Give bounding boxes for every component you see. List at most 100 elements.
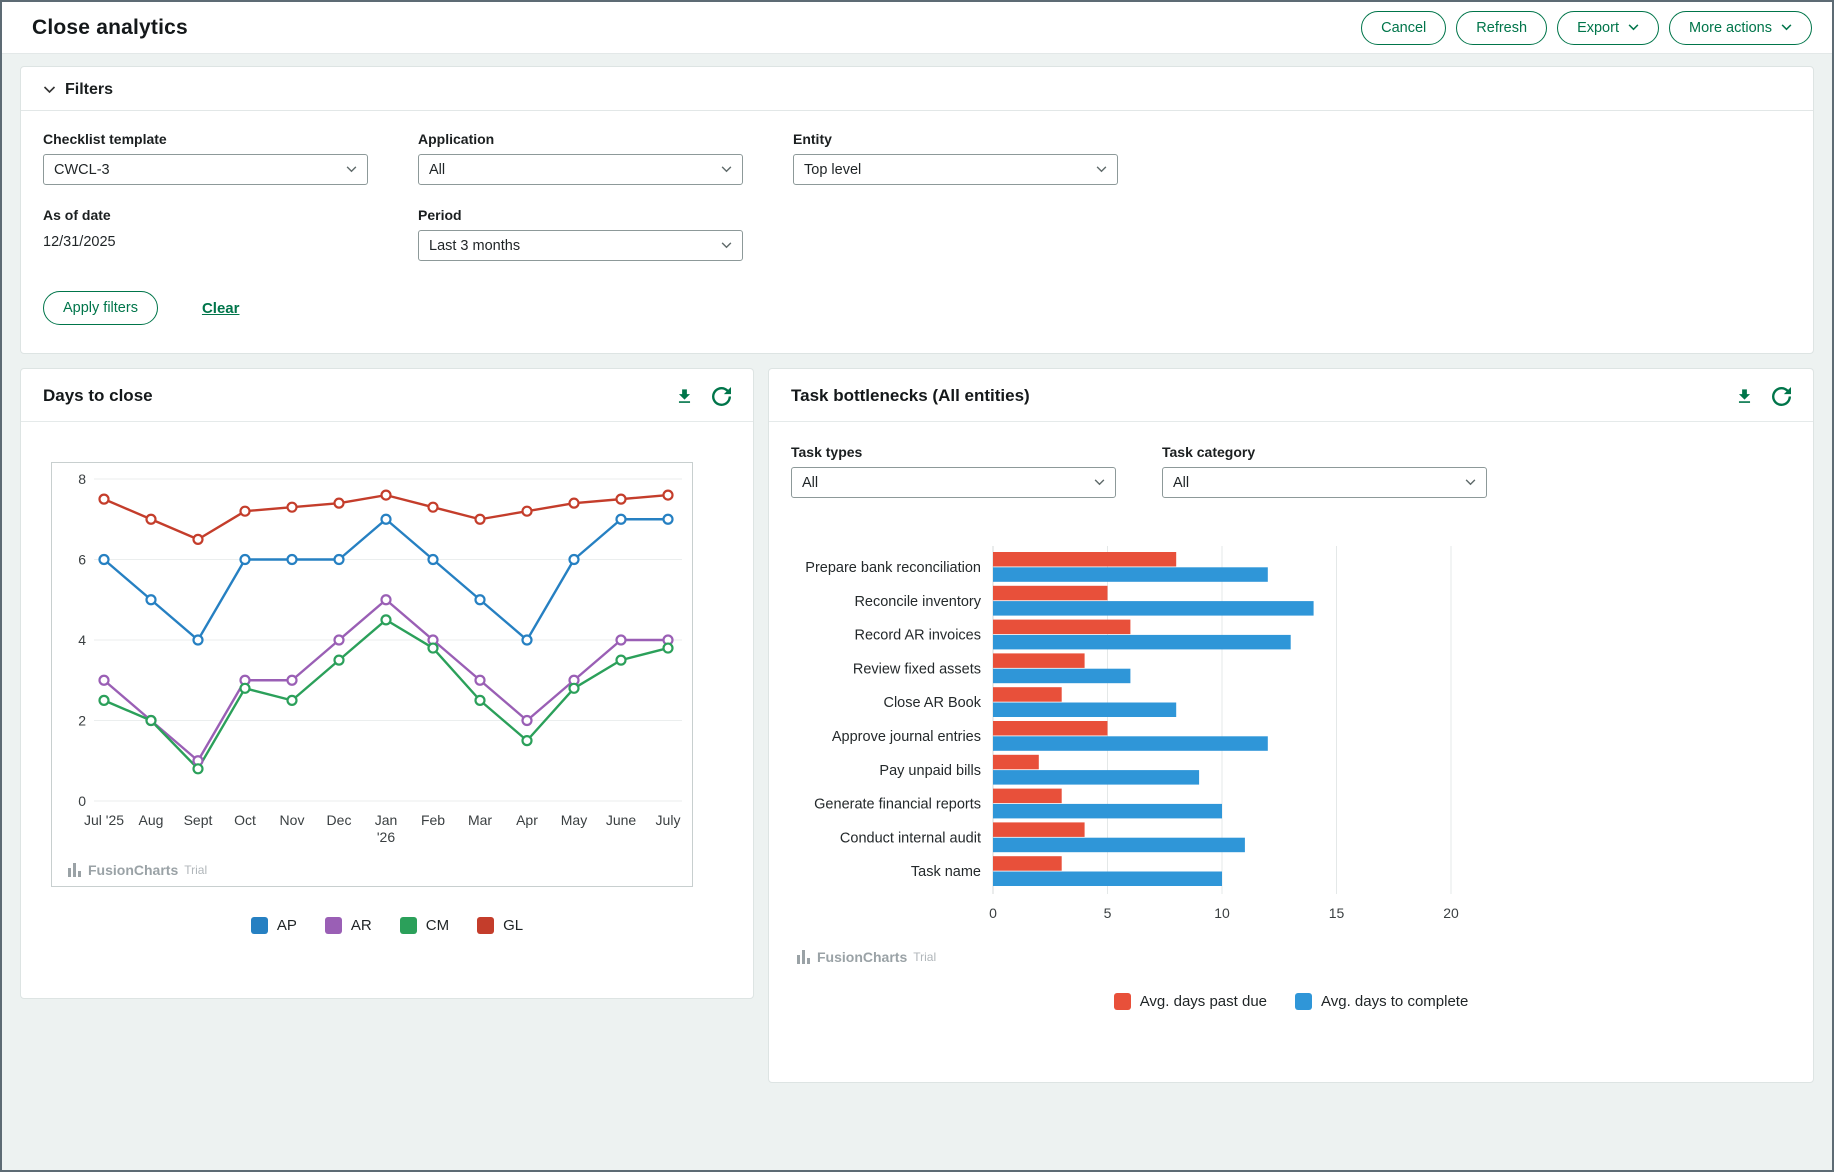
refresh-button[interactable]: Refresh (1456, 11, 1547, 45)
svg-text:May: May (561, 812, 587, 828)
filters-panel: Filters Checklist template CWCL-3 Applic… (20, 66, 1814, 354)
legend-item[interactable]: GL (477, 917, 523, 934)
application-select[interactable]: All (418, 154, 743, 185)
svg-text:Prepare bank reconciliation: Prepare bank reconciliation (805, 560, 981, 576)
cancel-button-label: Cancel (1381, 20, 1426, 36)
download-icon (1735, 387, 1754, 406)
legend-item[interactable]: AR (325, 917, 372, 934)
legend-item[interactable]: Avg. days past due (1114, 993, 1267, 1010)
svg-text:July: July (656, 812, 681, 828)
svg-text:Conduct internal audit: Conduct internal audit (840, 830, 981, 846)
legend-label: AR (351, 917, 372, 934)
fusioncharts-watermark: FusionCharts Trial (797, 949, 1813, 965)
svg-text:Pay unpaid bills: Pay unpaid bills (879, 763, 981, 779)
download-chart-button[interactable] (1735, 387, 1754, 406)
watermark-text: FusionCharts (88, 862, 178, 878)
refresh-chart-button[interactable] (712, 387, 731, 406)
chevron-down-icon (346, 166, 357, 173)
legend-label: CM (426, 917, 449, 934)
svg-text:Generate financial reports: Generate financial reports (814, 797, 981, 813)
task-bottlenecks-header: Task bottlenecks (All entities) (769, 369, 1813, 421)
period-value: Last 3 months (429, 238, 520, 254)
legend-swatch (400, 917, 417, 934)
export-button-label: Export (1577, 20, 1619, 36)
more-actions-button-label: More actions (1689, 20, 1772, 36)
chart-actions (675, 387, 731, 406)
legend-swatch (477, 917, 494, 934)
period-label: Period (418, 207, 793, 223)
svg-text:Nov: Nov (280, 812, 305, 828)
refresh-icon (712, 387, 731, 406)
main-content: Filters Checklist template CWCL-3 Applic… (2, 54, 1832, 1101)
svg-text:8: 8 (78, 471, 86, 487)
refresh-button-label: Refresh (1476, 20, 1527, 36)
application-label: Application (418, 131, 793, 147)
as-of-date-value: 12/31/2025 (43, 234, 418, 250)
chevron-down-icon (721, 242, 732, 249)
svg-text:Mar: Mar (468, 812, 492, 828)
task-types-label: Task types (791, 444, 1116, 460)
legend-item[interactable]: Avg. days to complete (1295, 993, 1468, 1010)
application-field: Application All (418, 131, 793, 185)
svg-text:4: 4 (78, 632, 86, 648)
chevron-down-icon (1465, 479, 1476, 486)
download-icon (675, 387, 694, 406)
task-bottlenecks-card: Task bottlenecks (All entities) Task typ… (768, 368, 1814, 1083)
period-select[interactable]: Last 3 months (418, 230, 743, 261)
svg-text:20: 20 (1443, 905, 1459, 921)
more-actions-button[interactable]: More actions (1669, 11, 1812, 45)
bar-chart-legend: Avg. days past due Avg. days to complete (769, 993, 1813, 1010)
charts-row: Days to close F (20, 368, 1814, 1083)
svg-text:Sept: Sept (184, 812, 213, 828)
legend-label: AP (277, 917, 297, 934)
task-types-select[interactable]: All (791, 467, 1116, 498)
task-category-value: All (1173, 475, 1189, 491)
bar-chart-filters: Task types All Task category All (769, 422, 1813, 504)
filters-title: Filters (65, 81, 113, 99)
fusioncharts-icon (68, 863, 82, 877)
legend-label: Avg. days past due (1140, 993, 1267, 1010)
legend-label: Avg. days to complete (1321, 993, 1468, 1010)
svg-text:5: 5 (1104, 905, 1112, 921)
chevron-down-icon (1628, 24, 1639, 31)
refresh-chart-button[interactable] (1772, 387, 1791, 406)
legend-swatch (1114, 993, 1131, 1010)
legend-item[interactable]: AP (251, 917, 297, 934)
download-chart-button[interactable] (675, 387, 694, 406)
export-button[interactable]: Export (1557, 11, 1659, 45)
svg-text:10: 10 (1214, 905, 1230, 921)
legend-swatch (251, 917, 268, 934)
entity-value: Top level (804, 162, 861, 178)
task-category-label: Task category (1162, 444, 1487, 460)
clear-filters-link[interactable]: Clear (202, 300, 240, 317)
svg-text:6: 6 (78, 552, 86, 568)
header-actions: Cancel Refresh Export More actions (1361, 11, 1812, 45)
chevron-down-icon (1094, 479, 1105, 486)
entity-field: Entity Top level (793, 131, 1791, 185)
svg-text:Task name: Task name (911, 864, 981, 880)
svg-text:Close AR Book: Close AR Book (883, 695, 981, 711)
chevron-down-icon (721, 166, 732, 173)
spacer (793, 207, 1791, 261)
task-bottlenecks-title: Task bottlenecks (All entities) (791, 386, 1030, 406)
page-title: Close analytics (32, 16, 188, 40)
as-of-date-field: As of date 12/31/2025 (43, 207, 418, 261)
checklist-template-value: CWCL-3 (54, 162, 110, 178)
svg-text:June: June (606, 812, 637, 828)
entity-select[interactable]: Top level (793, 154, 1118, 185)
legend-item[interactable]: CM (400, 917, 449, 934)
apply-filters-button[interactable]: Apply filters (43, 291, 158, 325)
filters-grid: Checklist template CWCL-3 Application Al… (43, 131, 1791, 261)
days-to-close-card: Days to close F (20, 368, 754, 999)
days-to-close-header: Days to close (21, 369, 753, 421)
page: Close analytics Cancel Refresh Export Mo… (0, 0, 1834, 1172)
period-field: Period Last 3 months (418, 207, 793, 261)
checklist-template-select[interactable]: CWCL-3 (43, 154, 368, 185)
svg-text:Jul '25: Jul '25 (84, 812, 124, 828)
filters-collapse-toggle[interactable]: Filters (43, 81, 113, 99)
fusioncharts-icon (797, 950, 811, 964)
svg-text:Approve journal entries: Approve journal entries (832, 729, 981, 745)
task-category-select[interactable]: All (1162, 467, 1487, 498)
watermark-trial: Trial (184, 863, 207, 877)
cancel-button[interactable]: Cancel (1361, 11, 1446, 45)
